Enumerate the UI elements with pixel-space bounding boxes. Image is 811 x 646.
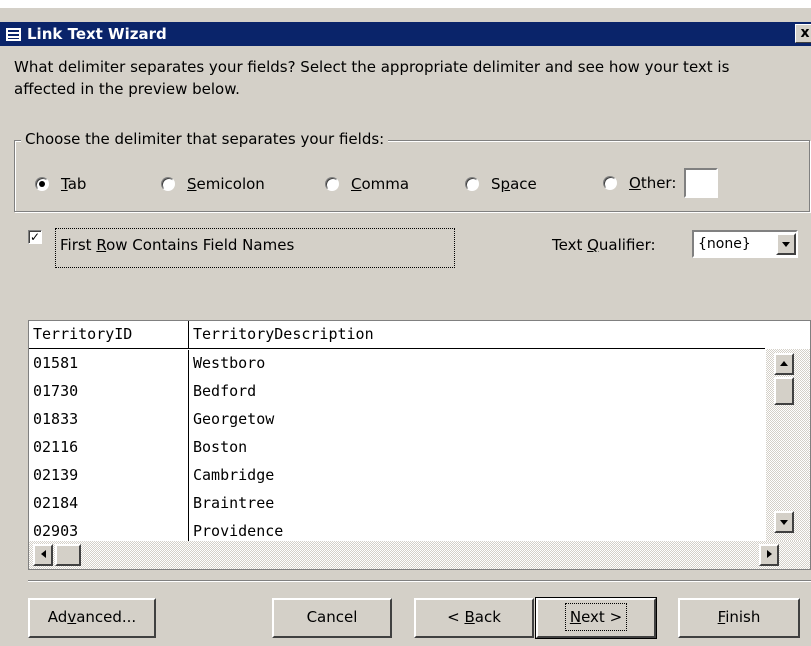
cell-description: Georgetow <box>193 410 275 428</box>
title-bar[interactable]: Link Text Wizard x <box>0 22 811 46</box>
delimiter-group-label: Choose the delimiter that separates your… <box>21 130 389 148</box>
text-qualifier-select[interactable]: {none} <box>692 230 798 258</box>
cell-description: Braintree <box>193 494 275 512</box>
advanced-button[interactable]: Advanced... <box>28 598 156 638</box>
cell-description: Westboro <box>193 354 266 372</box>
horizontal-scrollbar[interactable] <box>29 541 810 569</box>
cell-id: 01581 <box>29 350 189 378</box>
column-header-territoryid[interactable]: TerritoryID <box>29 321 189 348</box>
separator <box>28 580 811 582</box>
preview-header-row: TerritoryID TerritoryDescription <box>29 321 765 349</box>
cell-description: Cambridge <box>193 466 275 484</box>
table-row: 02184 Braintree <box>29 490 765 518</box>
cancel-button[interactable]: Cancel <box>272 598 392 638</box>
radio-space[interactable]: Space <box>465 175 537 193</box>
horizontal-scroll-thumb[interactable] <box>55 544 81 566</box>
other-delimiter-input[interactable] <box>684 168 719 198</box>
radio-other-label: Other: <box>629 174 677 192</box>
table-icon <box>6 27 21 41</box>
back-button[interactable]: < Back <box>414 598 534 638</box>
cell-id: 02184 <box>29 490 189 518</box>
link-text-wizard-window: Link Text Wizard x What delimiter separa… <box>0 8 811 646</box>
text-qualifier-label: Text Qualifier: <box>552 236 656 254</box>
cell-id: 02139 <box>29 462 189 490</box>
radio-space-indicator[interactable] <box>465 177 479 191</box>
column-header-territorydescription[interactable]: TerritoryDescription <box>189 321 765 348</box>
window-title: Link Text Wizard <box>27 25 167 43</box>
table-row: 01581 Westboro <box>29 350 765 378</box>
radio-comma-indicator[interactable] <box>325 177 339 191</box>
next-button[interactable]: Next > <box>535 597 657 639</box>
radio-comma-label: Comma <box>351 175 410 193</box>
scroll-left-button[interactable] <box>33 544 53 566</box>
first-row-check-indicator[interactable]: ✓ <box>28 230 42 244</box>
table-row: 02116 Boston <box>29 434 765 462</box>
radio-tab-label: Tab <box>61 175 87 193</box>
radio-other-indicator[interactable] <box>603 176 617 190</box>
radio-tab-indicator[interactable] <box>35 177 49 191</box>
radio-comma[interactable]: Comma <box>325 175 409 193</box>
cell-description: Boston <box>193 438 248 456</box>
first-row-label[interactable]: First Row Contains Field Names <box>60 236 294 254</box>
chevron-down-icon[interactable] <box>776 233 796 255</box>
radio-semicolon-indicator[interactable] <box>161 177 175 191</box>
cell-id: 01833 <box>29 406 189 434</box>
scroll-up-button[interactable] <box>774 353 794 375</box>
radio-space-label: Space <box>491 175 537 193</box>
instructions-text: What delimiter separates your fields? Se… <box>14 58 730 98</box>
scroll-right-button[interactable] <box>759 544 779 566</box>
finish-button[interactable]: Finish <box>678 598 800 638</box>
vertical-scroll-thumb[interactable] <box>774 377 794 405</box>
radio-tab[interactable]: Tab <box>35 175 86 193</box>
cell-id: 01730 <box>29 378 189 406</box>
first-row-checkbox[interactable]: ✓ <box>28 230 42 244</box>
vertical-scrollbar[interactable] <box>766 349 810 544</box>
preview-rows: 01581 Westboro 01730 Bedford 01833 Georgeto… <box>29 350 765 546</box>
radio-semicolon-label: Semicolon <box>187 175 265 193</box>
preview-grid[interactable]: TerritoryID TerritoryDescription 01581 We… <box>28 320 811 570</box>
table-row: 02139 Cambridge <box>29 462 765 490</box>
text-qualifier-value: {none} <box>698 236 751 252</box>
table-row: 01833 Georgetow <box>29 406 765 434</box>
cell-description: Bedford <box>193 382 257 400</box>
radio-semicolon[interactable]: Semicolon <box>161 175 265 193</box>
close-button[interactable]: x <box>795 24 811 43</box>
radio-other[interactable]: Other: <box>603 168 719 198</box>
scroll-down-button[interactable] <box>774 511 794 533</box>
cell-id: 02116 <box>29 434 189 462</box>
delimiter-groupbox: Choose the delimiter that separates your… <box>14 130 810 212</box>
table-row: 01730 Bedford <box>29 378 765 406</box>
